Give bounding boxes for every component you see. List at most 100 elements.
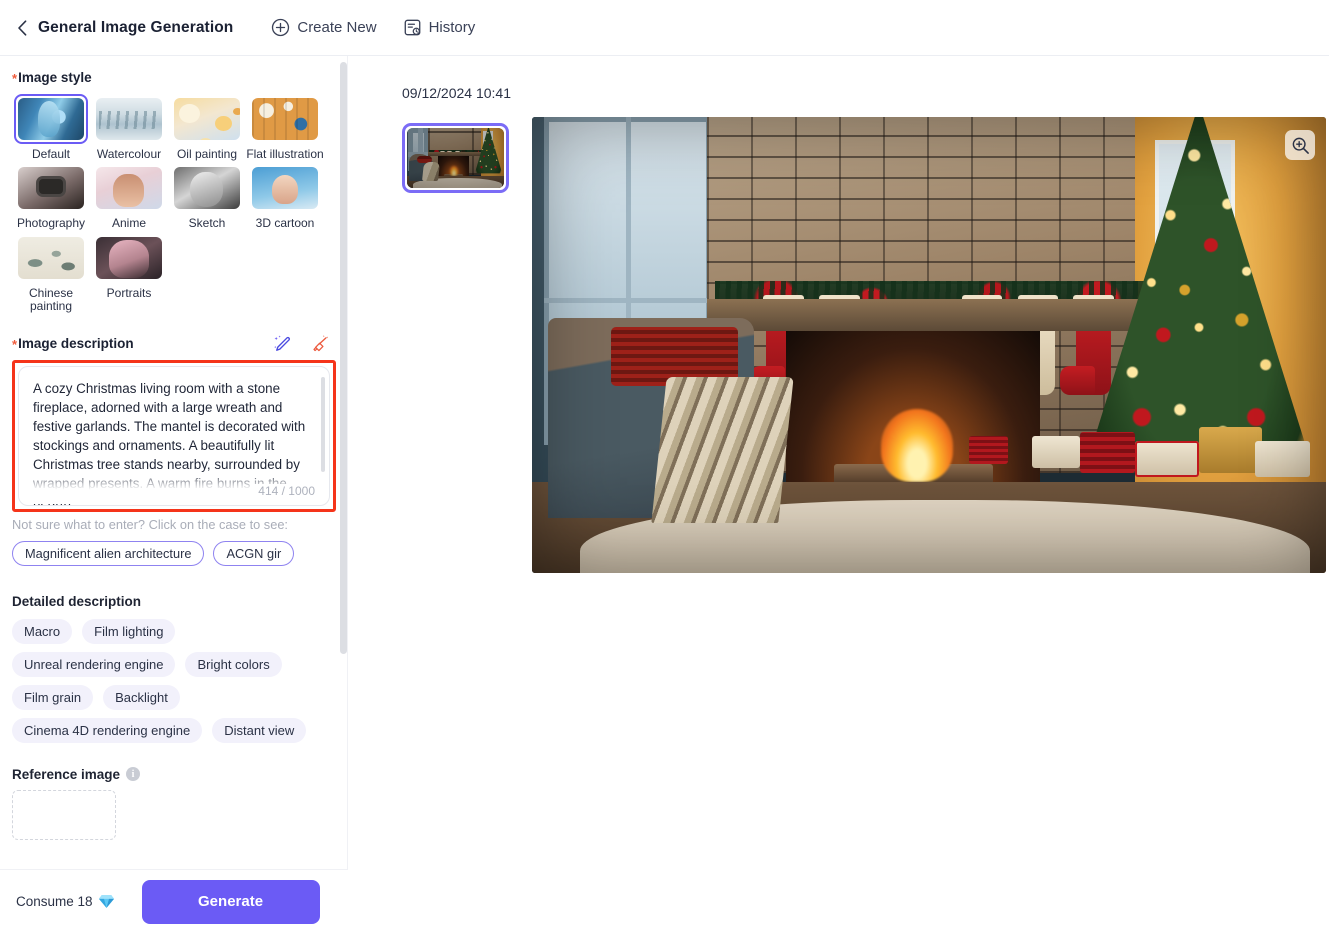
style-thumb-image bbox=[252, 98, 318, 140]
style-thumb-image bbox=[174, 167, 240, 210]
detail-tag[interactable]: Distant view bbox=[212, 717, 307, 743]
style-option-label: Watercolour bbox=[96, 147, 162, 161]
image-description-textarea[interactable]: A cozy Christmas living room with a ston… bbox=[18, 365, 330, 506]
image-style-label: * Image style bbox=[12, 70, 92, 86]
style-option-3d-cartoon[interactable]: 3D cartoon bbox=[246, 163, 324, 230]
style-option-chinese-painting[interactable]: Chinese painting bbox=[12, 233, 90, 314]
top-bar: General Image Generation Create New Hist… bbox=[0, 0, 1329, 56]
style-option-label: Chinese painting bbox=[28, 285, 74, 314]
magic-pen-icon[interactable] bbox=[272, 334, 292, 354]
diamond-icon bbox=[98, 895, 114, 908]
detail-tag[interactable]: Cinema 4D rendering engine bbox=[12, 717, 203, 743]
style-option-label: Sketch bbox=[188, 216, 226, 231]
generate-button[interactable]: Generate bbox=[141, 879, 320, 924]
required-marker-style: * bbox=[12, 71, 18, 86]
style-thumb-image bbox=[18, 98, 84, 140]
image-description-header: * Image description bbox=[12, 334, 336, 354]
christmas-scene-thumb bbox=[407, 128, 504, 188]
detail-tag[interactable]: Film lighting bbox=[82, 618, 176, 644]
textarea-scrollbar[interactable] bbox=[321, 376, 325, 472]
example-chip[interactable]: ACGN gir bbox=[213, 540, 295, 566]
top-bar-actions: Create New History bbox=[271, 18, 475, 37]
style-thumb-image bbox=[252, 167, 318, 210]
description-tools bbox=[272, 334, 330, 354]
style-option-default[interactable]: Default bbox=[12, 94, 90, 161]
left-panel-scrollbar-thumb[interactable] bbox=[340, 62, 347, 654]
style-thumb-frame bbox=[92, 94, 166, 144]
style-thumb-image bbox=[18, 236, 84, 279]
result-thumbnail-image bbox=[407, 128, 504, 188]
back-button[interactable] bbox=[14, 19, 30, 36]
style-option-oil-painting[interactable]: Oil painting bbox=[168, 94, 246, 161]
create-new-label: Create New bbox=[297, 19, 377, 36]
image-style-grid: Default Watercolour Oil painting Flat illus… bbox=[12, 94, 336, 314]
style-thumb-image bbox=[96, 98, 162, 140]
page-title: General Image Generation bbox=[38, 18, 234, 36]
style-option-anime[interactable]: Anime bbox=[90, 163, 168, 230]
style-option-watercolour[interactable]: Watercolour bbox=[90, 94, 168, 161]
style-thumb-image bbox=[174, 98, 240, 140]
create-new-button[interactable]: Create New bbox=[271, 18, 377, 37]
example-chip[interactable]: Magnificent alien architecture bbox=[12, 540, 205, 566]
reference-image-label: Reference image i bbox=[12, 767, 336, 782]
left-panel-scrollbar[interactable] bbox=[337, 56, 347, 869]
style-option-label: Default bbox=[31, 147, 71, 161]
style-thumb-frame bbox=[14, 233, 88, 283]
detail-tag[interactable]: Film grain bbox=[12, 684, 94, 710]
left-panel-footer: Consume 18 Generate bbox=[0, 869, 348, 933]
broom-icon[interactable] bbox=[310, 334, 330, 354]
style-thumb-frame bbox=[14, 163, 88, 213]
detailed-description-label: Detailed description bbox=[12, 593, 142, 609]
style-thumb-image bbox=[96, 236, 162, 279]
detail-tag[interactable]: Unreal rendering engine bbox=[12, 651, 176, 677]
result-main-image[interactable] bbox=[532, 117, 1326, 573]
consume-label: Consume 18 bbox=[16, 894, 93, 909]
left-config-panel: * Image style Default Watercolour Oil paint… bbox=[0, 56, 348, 869]
consume-credits: Consume 18 bbox=[16, 894, 115, 909]
style-thumb-frame bbox=[248, 163, 322, 213]
result-timestamp: 09/12/2024 10:41 bbox=[402, 85, 511, 101]
reference-image-upload-box[interactable] bbox=[12, 789, 116, 840]
image-description-annotation-box: A cozy Christmas living room with a ston… bbox=[12, 359, 336, 512]
style-option-label: 3D cartoon bbox=[255, 216, 315, 231]
style-thumb-frame bbox=[170, 163, 244, 213]
character-counter: 414 / 1000 bbox=[252, 483, 315, 498]
style-option-label: Anime bbox=[111, 216, 146, 231]
history-icon bbox=[404, 19, 420, 36]
style-option-flat-illustration[interactable]: Flat illustration bbox=[246, 94, 324, 161]
detail-tag[interactable]: Backlight bbox=[103, 684, 180, 710]
christmas-scene-main bbox=[532, 117, 1326, 573]
style-thumb-image bbox=[18, 167, 84, 210]
style-option-label: Portraits bbox=[106, 285, 152, 300]
required-marker-description: * bbox=[12, 337, 18, 353]
style-thumb-frame bbox=[92, 163, 166, 213]
info-icon[interactable]: i bbox=[126, 767, 141, 782]
style-option-label: Oil painting bbox=[176, 147, 238, 161]
left-panel-scroll-content: * Image style Default Watercolour Oil paint… bbox=[0, 56, 347, 869]
example-chip-row: Magnificent alien architecture ACGN gir bbox=[12, 540, 336, 566]
style-thumb-frame bbox=[92, 233, 166, 283]
detail-tag[interactable]: Macro bbox=[12, 618, 73, 644]
style-option-label: Flat illustration bbox=[246, 147, 324, 161]
description-hint: Not sure what to enter? Click on the cas… bbox=[12, 516, 288, 532]
plus-circle-icon bbox=[272, 18, 290, 37]
result-panel: 09/12/2024 10:41 bbox=[349, 57, 1329, 933]
style-thumb-frame bbox=[248, 94, 322, 144]
style-option-photography[interactable]: Photography bbox=[12, 163, 90, 230]
reference-image-text: Reference image bbox=[12, 766, 121, 782]
history-button[interactable]: History bbox=[403, 18, 476, 37]
style-thumb-frame bbox=[170, 94, 244, 144]
detailed-description-tags: Macro Film lighting Unreal rendering engin… bbox=[12, 618, 330, 743]
detail-tag[interactable]: Bright colors bbox=[185, 651, 282, 677]
magnifier-plus-icon bbox=[1292, 137, 1309, 154]
zoom-in-button[interactable] bbox=[1285, 130, 1315, 160]
result-thumbnail[interactable] bbox=[402, 123, 509, 193]
style-option-label: Photography bbox=[16, 216, 86, 231]
app-root: General Image Generation Create New Hist… bbox=[0, 0, 1329, 933]
style-option-portraits[interactable]: Portraits bbox=[90, 233, 168, 314]
result-row bbox=[402, 117, 1329, 573]
history-label: History bbox=[428, 19, 476, 36]
style-thumb-frame bbox=[14, 94, 88, 144]
image-description-label: * Image description bbox=[12, 336, 134, 353]
style-option-sketch[interactable]: Sketch bbox=[168, 163, 246, 230]
